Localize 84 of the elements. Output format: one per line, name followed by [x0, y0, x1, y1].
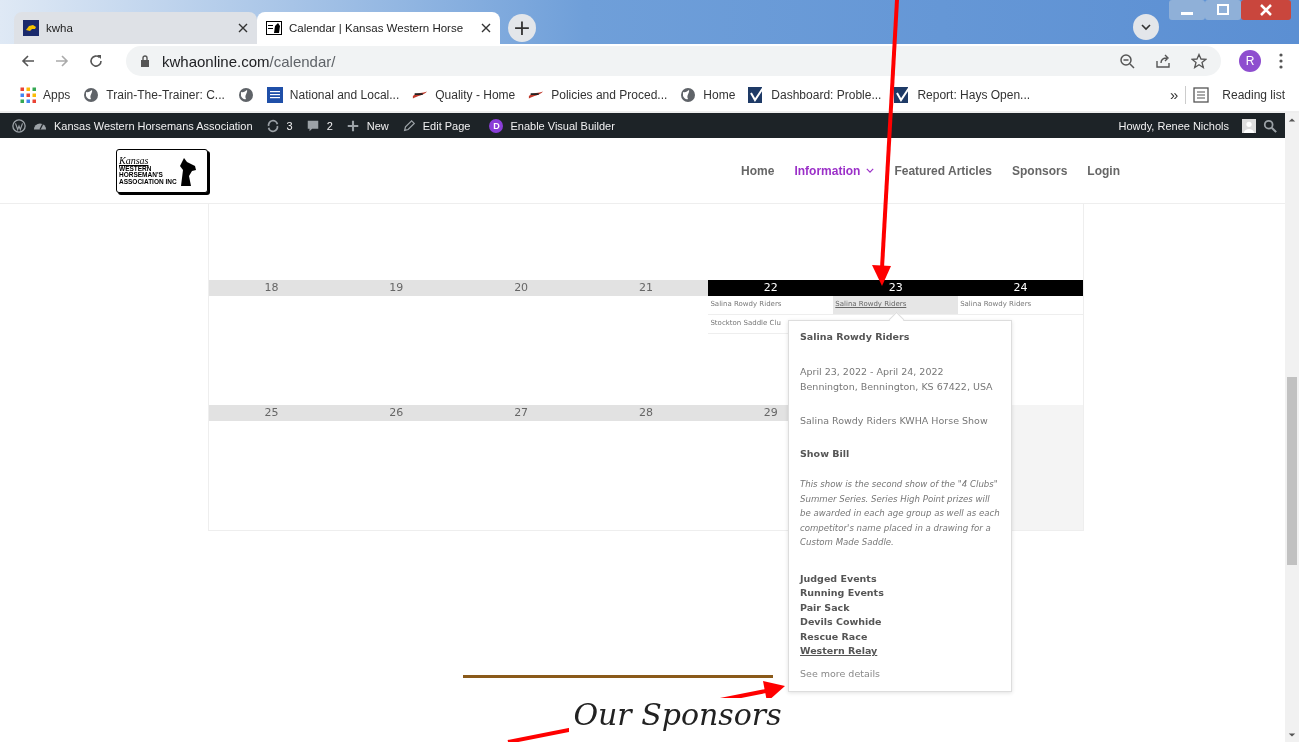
close-icon[interactable] — [481, 23, 491, 33]
scrollbar-thumb[interactable] — [1287, 377, 1297, 565]
nav-link[interactable]: Home — [741, 163, 775, 178]
pencil-icon — [401, 118, 416, 133]
day-number: 24 — [958, 280, 1083, 296]
caret-icon[interactable] — [866, 168, 875, 173]
nav-link[interactable]: Sponsors — [1012, 163, 1068, 178]
wordpress-logo-icon[interactable] — [12, 118, 26, 133]
search-icon[interactable] — [1263, 118, 1277, 133]
builder-badge: D — [489, 118, 504, 133]
scroll-down-icon[interactable] — [1288, 731, 1296, 739]
event-name: Pair Sack — [800, 600, 851, 615]
event-name: Rescue Race — [800, 629, 869, 644]
event-location: Bennington, Bennington, KS 67422, USA — [800, 380, 994, 394]
visual-builder-link[interactable]: Enable Visual Builder — [510, 119, 615, 132]
plus-icon — [345, 118, 360, 133]
chevron-down-icon[interactable] — [1133, 14, 1159, 40]
profile-avatar[interactable]: R — [1239, 50, 1261, 72]
globe-icon[interactable] — [680, 86, 697, 103]
event-name: Devils Cowhide — [800, 615, 883, 629]
comments-count[interactable]: 2 — [326, 119, 333, 132]
browser-tab[interactable]: kwha — [14, 12, 257, 44]
close-icon[interactable] — [238, 23, 248, 33]
day-number: 19 — [333, 280, 459, 296]
event-description: This show is the second show of the "4 Clubs" Summer Series. Series High Point prizes will be awarded in each age group as well as each competitor's name placed in a drawing for a Custom Made Saddle. — [800, 478, 1000, 549]
bookmark-link[interactable]: Train-The-Trainer: C... — [106, 87, 225, 102]
browser-tab[interactable]: Calendar | Kansas Western Horse — [257, 12, 500, 44]
updates-count[interactable]: 3 — [286, 119, 293, 132]
day-number: 20 — [458, 280, 584, 296]
day-number: 26 — [333, 405, 459, 421]
scroll-up-icon[interactable] — [1288, 116, 1296, 124]
horse-flag-icon — [23, 20, 39, 36]
day-number: 28 — [583, 405, 709, 421]
url-text: kwhaonline.com/calendar/ — [162, 52, 336, 70]
refresh-icon — [265, 118, 280, 133]
star-icon[interactable] — [1191, 53, 1207, 69]
bookmark-link[interactable]: Policies and Proced... — [551, 87, 668, 102]
lock-icon — [140, 55, 150, 67]
details-link[interactable]: See more details — [800, 667, 1000, 679]
day-number: 23 — [833, 280, 959, 296]
globe-icon[interactable] — [83, 86, 100, 103]
menu-icon[interactable] — [1279, 53, 1283, 69]
day-number: 25 — [209, 405, 334, 421]
comment-icon — [305, 118, 320, 133]
scrollbar[interactable] — [1285, 113, 1299, 742]
popup-title: Salina Rowdy Riders — [800, 331, 911, 342]
bookmark-link[interactable]: National and Local... — [289, 87, 400, 102]
greeting-link[interactable]: Howdy, Renee Nichols — [1118, 119, 1229, 132]
event-link[interactable]: Western Relay — [800, 644, 1000, 659]
checkmark-logo-icon[interactable] — [748, 86, 765, 103]
reload-icon[interactable] — [88, 53, 104, 69]
nav-link[interactable]: Login — [1087, 163, 1120, 178]
bookmark-link[interactable]: Report: Hays Open... — [917, 87, 1031, 102]
site-name-link[interactable]: Kansas Western Horsemans Association — [54, 119, 253, 132]
day-number: 18 — [209, 280, 334, 296]
section-title: Show Bill — [800, 448, 851, 459]
more-bookmarks-button[interactable]: » — [1169, 86, 1179, 103]
user-avatar-icon — [1242, 118, 1256, 133]
new-tab-button[interactable]: + — [508, 14, 536, 42]
day-number: 21 — [583, 280, 709, 296]
checkmark-logo-icon[interactable] — [894, 86, 911, 103]
event-name: Judged Events — [800, 571, 878, 586]
weather-logo-icon[interactable] — [266, 86, 283, 103]
day-number: 22 — [708, 280, 834, 296]
bookmark-link[interactable]: Dashboard: Proble... — [771, 87, 882, 102]
share-icon[interactable] — [1155, 53, 1171, 69]
nav-link[interactable]: Featured Articles — [894, 163, 992, 178]
reading-list-link[interactable]: Reading list — [1222, 87, 1285, 102]
day-number: 27 — [458, 405, 584, 421]
zoom-out-icon[interactable] — [1119, 53, 1135, 69]
apps-grid-icon[interactable] — [20, 86, 36, 103]
bookmark-link[interactable]: Quality - Home — [435, 87, 516, 102]
event-dates: April 23, 2022 - April 24, 2022 — [800, 365, 945, 379]
new-link[interactable]: New — [366, 119, 389, 132]
edit-page-link[interactable]: Edit Page — [422, 119, 471, 132]
globe-icon[interactable] — [237, 86, 254, 103]
back-icon[interactable] — [20, 53, 36, 69]
bookmark-link[interactable]: Apps — [43, 87, 71, 102]
horse-logo-icon — [266, 20, 282, 36]
nav-link[interactable]: Information — [794, 163, 875, 178]
event-name: Running Events — [800, 586, 885, 600]
list-icon[interactable] — [1193, 86, 1210, 103]
address-bar[interactable]: kwhaonline.com/calendar/ — [126, 46, 1221, 76]
bookmark-link[interactable]: Home — [703, 87, 736, 102]
